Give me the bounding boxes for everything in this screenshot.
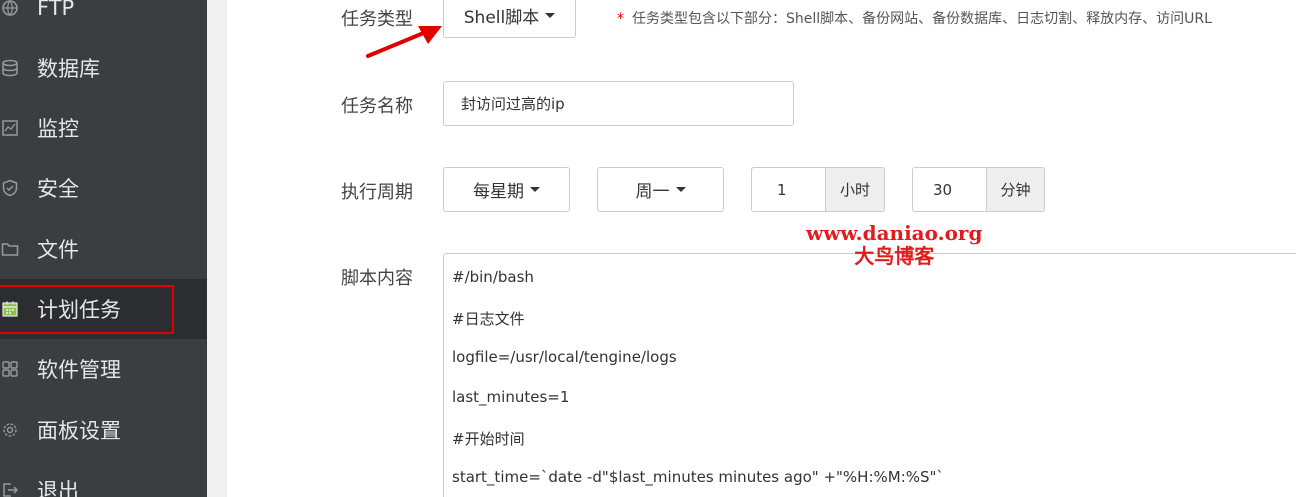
sidebar-item-software[interactable]: 软件管理 — [0, 339, 207, 399]
sidebar-item-label: 文件 — [37, 238, 79, 262]
script-line: #日志文件 — [452, 310, 525, 328]
monitor-icon — [0, 118, 20, 138]
watermark: www.daniao.org 大鸟博客 — [806, 222, 982, 268]
script-label: 脚本内容 — [341, 268, 413, 289]
frequency-value: 每星期 — [473, 182, 524, 202]
minute-unit: 分钟 — [986, 167, 1045, 212]
chevron-down-icon — [675, 187, 686, 192]
gear-icon — [0, 420, 20, 440]
sidebar-item-monitor[interactable]: 监控 — [0, 98, 207, 158]
sidebar-item-files[interactable]: 文件 — [0, 219, 207, 279]
shield-icon — [0, 178, 20, 198]
sidebar-item-logout[interactable]: 退出 — [0, 460, 207, 497]
task-type-hint-text: 任务类型包含以下部分：Shell脚本、备份网站、备份数据库、日志切割、释放内存、… — [632, 11, 1212, 27]
watermark-url: www.daniao.org — [806, 221, 983, 245]
period-label: 执行周期 — [341, 182, 413, 203]
sidebar-item-label: 监控 — [37, 117, 79, 141]
chevron-down-icon — [530, 187, 540, 192]
sidebar-item-label: 数据库 — [37, 57, 100, 81]
content-gutter — [207, 0, 227, 497]
script-line: #开始时间 — [452, 430, 525, 448]
active-highlight-box — [0, 285, 174, 334]
required-star: * — [617, 11, 624, 27]
grid-icon — [0, 359, 20, 379]
sidebar-item-ftp[interactable]: FTP — [0, 0, 207, 38]
script-line: logfile=/usr/local/tengine/logs — [452, 348, 677, 366]
weekday-dropdown[interactable]: 周一 — [597, 167, 724, 212]
script-line: #/bin/bash — [452, 268, 534, 286]
task-name-input[interactable]: 封访问过高的ip — [443, 81, 794, 126]
task-type-hint: * 任务类型包含以下部分：Shell脚本、备份网站、备份数据库、日志切割、释放内存… — [617, 8, 1212, 28]
minute-input[interactable]: 30 — [912, 167, 987, 212]
hour-input[interactable]: 1 — [751, 167, 826, 212]
sidebar-item-label: 软件管理 — [37, 358, 121, 382]
database-icon — [0, 58, 20, 78]
sidebar: FTP 数据库 监控 安全 文件 计划任务 软件管理 面板设置 退出 — [0, 0, 207, 497]
folder-icon — [0, 239, 20, 259]
chevron-down-icon — [545, 13, 556, 18]
script-textarea[interactable]: #/bin/bash #日志文件 logfile=/usr/local/teng… — [443, 253, 1296, 497]
sidebar-item-security[interactable]: 安全 — [0, 158, 207, 218]
ftp-icon — [0, 0, 20, 18]
hour-unit: 小时 — [825, 167, 885, 212]
sidebar-item-label: 退出 — [37, 479, 79, 497]
sidebar-item-label: 安全 — [37, 177, 79, 201]
logout-icon — [0, 480, 20, 497]
task-type-dropdown[interactable]: Shell脚本 — [443, 0, 576, 38]
weekday-value: 周一 — [635, 182, 670, 202]
sidebar-item-database[interactable]: 数据库 — [0, 38, 207, 98]
script-line: last_minutes=1 — [452, 388, 570, 406]
script-line: start_time=`date -d"$last_minutes minute… — [452, 468, 944, 486]
task-type-value: Shell脚本 — [463, 8, 540, 28]
sidebar-item-label: FTP — [37, 0, 75, 20]
sidebar-item-label: 面板设置 — [37, 419, 121, 443]
red-arrow-annotation — [366, 26, 442, 58]
frequency-dropdown[interactable]: 每星期 — [443, 167, 570, 212]
watermark-site-name: 大鸟博客 — [854, 244, 935, 268]
task-name-label: 任务名称 — [341, 96, 413, 117]
sidebar-item-settings[interactable]: 面板设置 — [0, 400, 207, 460]
